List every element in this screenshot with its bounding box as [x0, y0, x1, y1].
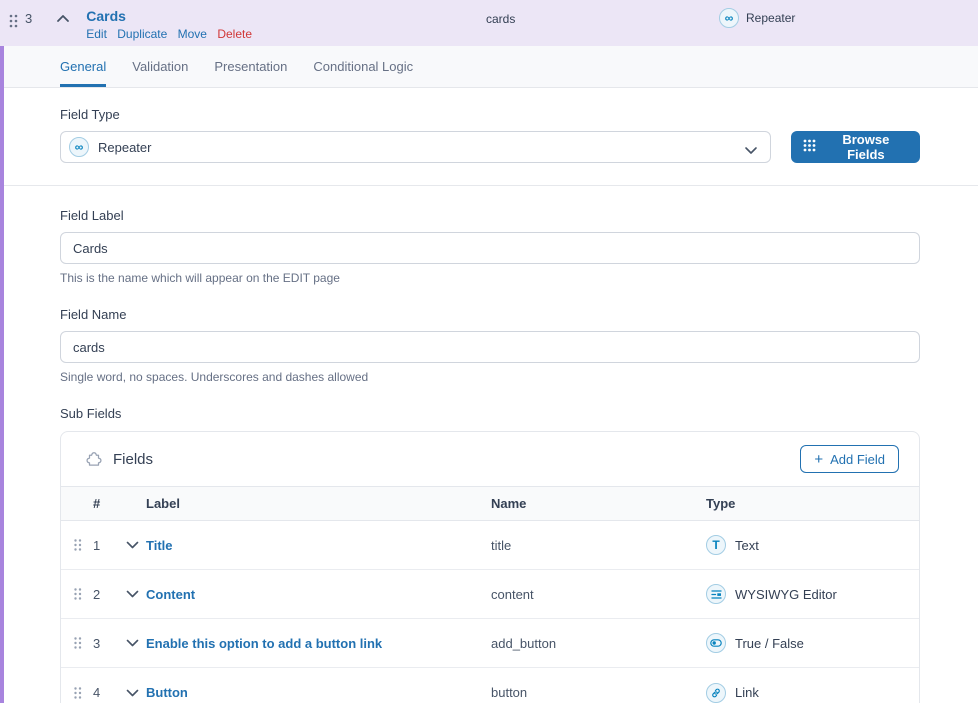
sub-field-label-link[interactable]: Enable this option to add a button link — [146, 636, 491, 651]
sub-field-type: Text — [735, 538, 759, 553]
field-label-group: Field Label This is the name which will … — [60, 208, 920, 285]
field-name-group: Field Name Single word, no spaces. Under… — [60, 307, 920, 384]
field-name-label: Field Name — [60, 307, 920, 322]
sub-fields-group: Sub Fields Fields + Add Field — [60, 406, 920, 703]
delete-link[interactable]: Delete — [217, 27, 252, 41]
field-name-text: cards — [486, 12, 515, 26]
field-order-number: 3 — [25, 11, 32, 26]
chevron-down-icon[interactable] — [126, 590, 146, 598]
chevron-down-icon[interactable] — [126, 639, 146, 647]
row-number: 3 — [93, 636, 120, 651]
sub-field-name: add_button — [491, 636, 706, 651]
repeater-infinity-icon: ∞ — [719, 8, 739, 28]
field-label-label: Field Label — [60, 208, 920, 223]
puzzle-icon — [85, 448, 103, 471]
sub-fields-table-header: # Label Name Type — [61, 486, 919, 521]
drag-handle-icon[interactable] — [8, 13, 18, 29]
col-number: # — [93, 496, 120, 511]
panel-title: Fields — [113, 451, 153, 468]
tab-validation[interactable]: Validation — [132, 46, 188, 87]
tab-general[interactable]: General — [60, 46, 106, 87]
field-row-header: 3 Cards Edit Duplicate Move Delete cards… — [0, 0, 978, 46]
field-type-indicator: ∞ Repeater — [719, 8, 795, 28]
field-type-select[interactable]: ∞ Repeater — [60, 131, 771, 163]
drag-handle-icon[interactable] — [73, 538, 93, 552]
general-settings: Field Label This is the name which will … — [0, 208, 978, 703]
row-number: 4 — [93, 685, 120, 700]
col-name: Name — [491, 496, 706, 511]
field-name-input[interactable] — [60, 331, 920, 363]
sub-field-type: WYSIWYG Editor — [735, 587, 837, 602]
sub-fields-panel: Fields + Add Field # Label Name Type — [60, 431, 920, 703]
col-label: Label — [146, 496, 491, 511]
browse-fields-button[interactable]: Browse Fields — [791, 131, 920, 163]
field-row-actions: Edit Duplicate Move Delete — [86, 27, 252, 41]
chevron-up-icon[interactable] — [56, 14, 70, 23]
wysiwyg-icon — [706, 584, 726, 604]
field-type-label: Field Type — [60, 107, 920, 122]
link-icon — [706, 683, 726, 703]
field-label-input[interactable] — [60, 232, 920, 264]
chevron-down-icon[interactable] — [126, 541, 146, 549]
acf-field-editor: 3 Cards Edit Duplicate Move Delete cards… — [0, 0, 978, 703]
col-type: Type — [706, 496, 919, 511]
field-type-selected-value: Repeater — [98, 140, 151, 155]
edit-link[interactable]: Edit — [86, 27, 107, 41]
sub-field-label-link[interactable]: Button — [146, 685, 491, 700]
grid-dots-icon — [803, 139, 816, 155]
chevron-down-icon — [744, 142, 758, 160]
table-row: 3 Enable this option to add a button lin… — [61, 619, 919, 668]
drag-handle-icon[interactable] — [73, 636, 93, 650]
text-icon: T — [706, 535, 726, 555]
field-title-link[interactable]: Cards — [86, 8, 252, 24]
row-number: 1 — [93, 538, 120, 553]
sub-field-label-link[interactable]: Content — [146, 587, 491, 602]
sub-field-label-link[interactable]: Title — [146, 538, 491, 553]
table-row: 1 Title title T Text — [61, 521, 919, 570]
row-number: 2 — [93, 587, 120, 602]
move-link[interactable]: Move — [178, 27, 207, 41]
tab-conditional-logic[interactable]: Conditional Logic — [313, 46, 413, 87]
add-field-button[interactable]: + Add Field — [800, 445, 899, 473]
table-row: 4 Button button Link — [61, 668, 919, 703]
repeater-infinity-icon: ∞ — [69, 137, 89, 157]
sub-field-type: True / False — [735, 636, 804, 651]
tab-presentation[interactable]: Presentation — [214, 46, 287, 87]
sub-field-name: title — [491, 538, 706, 553]
field-label-hint: This is the name which will appear on th… — [60, 271, 920, 285]
sub-field-type: Link — [735, 685, 759, 700]
table-row: 2 Content content WYSIWYG Editor — [61, 570, 919, 619]
sub-field-name: content — [491, 587, 706, 602]
sub-field-name: button — [491, 685, 706, 700]
chevron-down-icon[interactable] — [126, 689, 146, 697]
open-field-accent-stripe — [0, 46, 4, 703]
duplicate-link[interactable]: Duplicate — [117, 27, 167, 41]
settings-tabbar: General Validation Presentation Conditio… — [0, 46, 978, 88]
field-type-section: Field Type ∞ Repeater Browse Fields — [0, 88, 978, 186]
toggle-icon — [706, 633, 726, 653]
field-type-text: Repeater — [746, 11, 795, 25]
field-name-hint: Single word, no spaces. Underscores and … — [60, 370, 920, 384]
sub-fields-label: Sub Fields — [60, 406, 920, 421]
sub-fields-panel-header: Fields + Add Field — [61, 432, 919, 486]
plus-icon: + — [814, 452, 823, 467]
drag-handle-icon[interactable] — [73, 686, 93, 700]
drag-handle-icon[interactable] — [73, 587, 93, 601]
